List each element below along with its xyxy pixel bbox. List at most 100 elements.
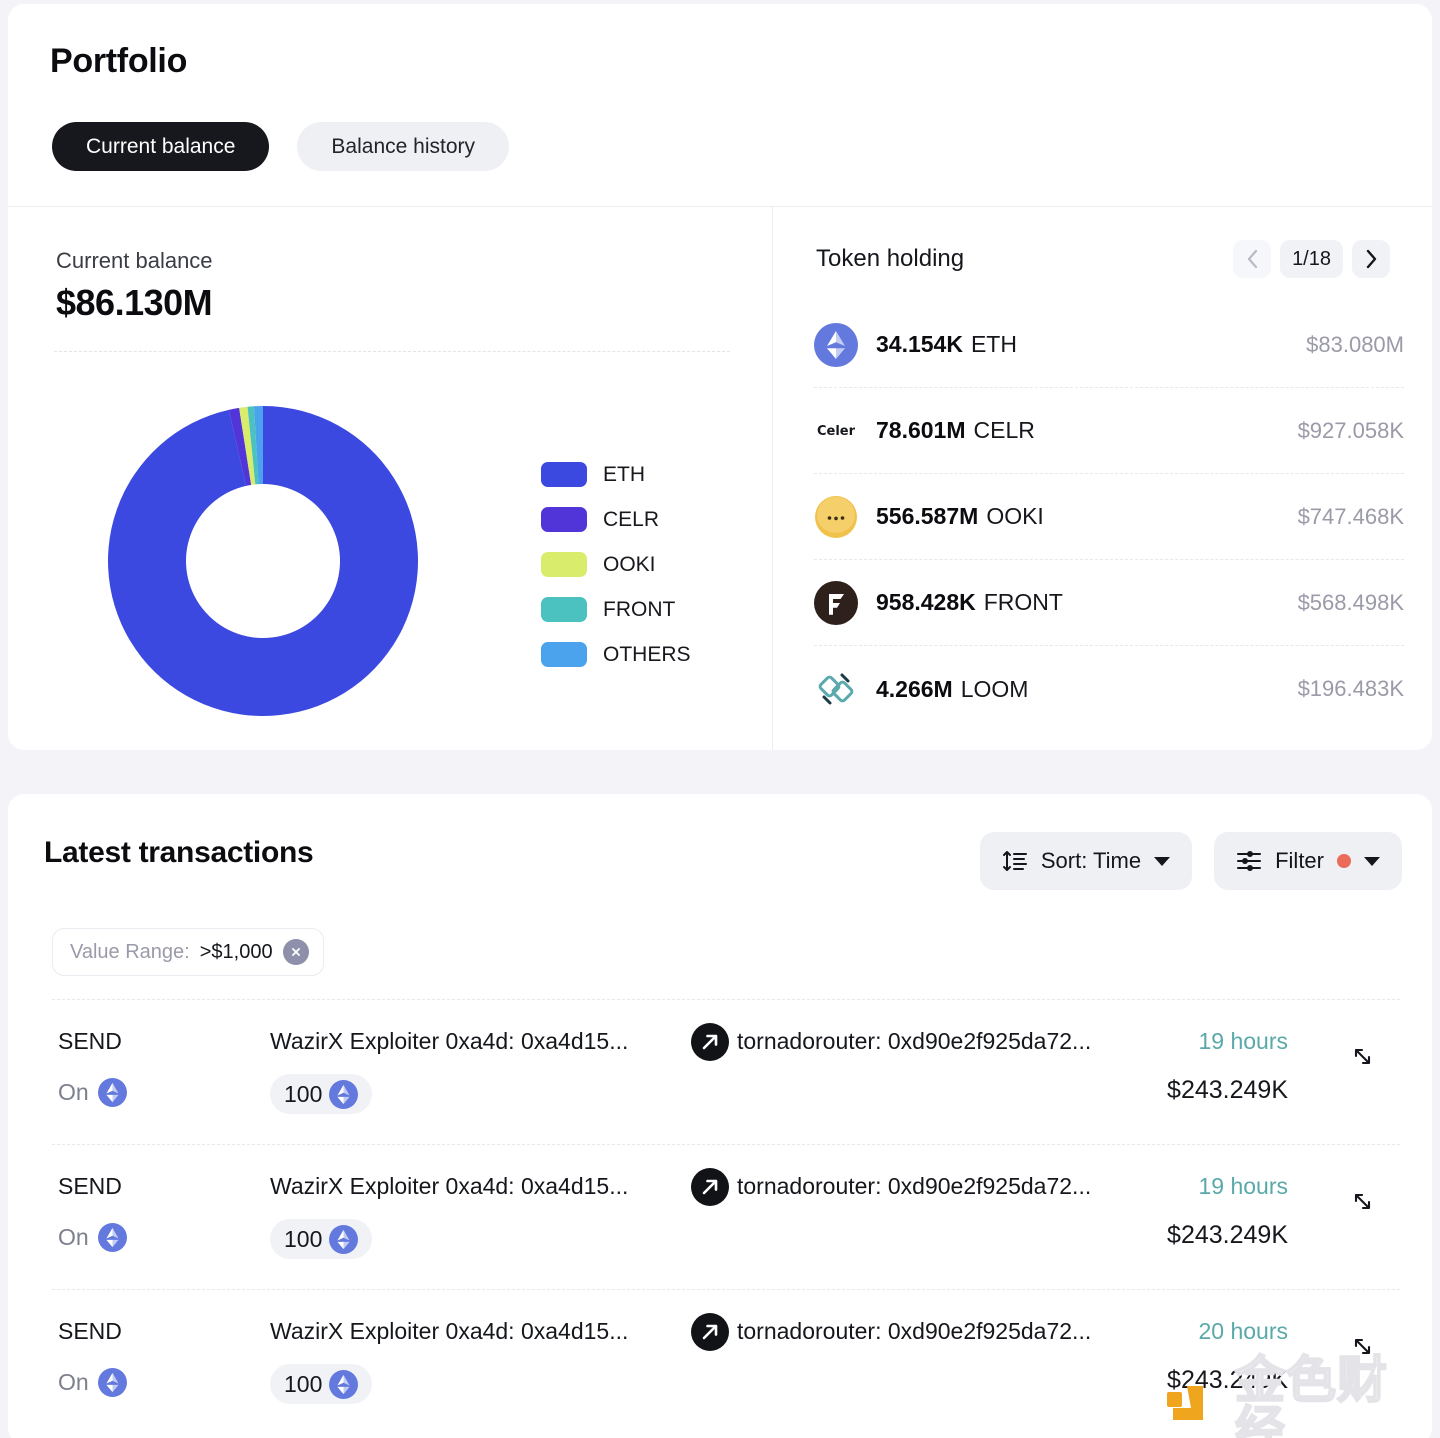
portfolio-card: Portfolio Current balance Balance histor… xyxy=(8,4,1432,750)
transaction-row-line2: On 100 $243.249K xyxy=(52,1048,1400,1114)
transaction-value: $243.249K xyxy=(1167,1221,1288,1249)
transfer-arrow-icon xyxy=(691,1313,729,1351)
donut-svg xyxy=(107,406,418,716)
chip-value-label: >$1,000 xyxy=(199,940,273,963)
allocation-donut-chart xyxy=(98,396,428,726)
transactions-list: SEND WazirX Exploiter 0xa4d: 0xa4d15... … xyxy=(52,999,1400,1434)
tab-balance-history[interactable]: Balance history xyxy=(297,122,509,171)
ooki-token-icon xyxy=(815,495,857,538)
filter-icon xyxy=(1237,851,1262,871)
legend-label-celr: CELR xyxy=(603,507,660,531)
token-usd-value: $196.483K xyxy=(1297,676,1404,701)
transaction-amount-pill: 100 xyxy=(270,1219,373,1259)
external-link-icon[interactable] xyxy=(1350,1044,1376,1070)
token-row[interactable]: Celer 78.601M CELR $927.058K xyxy=(814,388,1404,474)
transaction-type: SEND xyxy=(58,1318,122,1344)
transfer-arrow-icon xyxy=(691,1168,729,1206)
token-symbol: OOKI xyxy=(986,503,1044,529)
token-symbol: ETH xyxy=(970,331,1017,357)
transaction-to[interactable]: tornadorouter: 0xd90e2f925da72... xyxy=(737,1028,1091,1055)
transaction-from[interactable]: WazirX Exploiter 0xa4d: 0xa4d15... xyxy=(270,1028,628,1055)
legend-swatch-eth xyxy=(541,462,587,487)
legend-swatch-front xyxy=(541,597,587,622)
token-amount: 556.587M xyxy=(876,503,979,529)
legend-item-ooki: OOKI xyxy=(541,552,691,577)
ethereum-chain-icon xyxy=(97,1223,127,1252)
ethereum-chain-icon xyxy=(97,1368,127,1397)
transaction-to[interactable]: tornadorouter: 0xd90e2f925da72... xyxy=(737,1318,1091,1345)
legend-label-ooki: OOKI xyxy=(603,552,656,576)
transaction-amount-pill: 100 xyxy=(270,1074,373,1114)
filter-button[interactable]: Filter xyxy=(1214,832,1402,890)
transaction-to[interactable]: tornadorouter: 0xd90e2f925da72... xyxy=(737,1173,1091,1200)
celr-token-icon: Celer xyxy=(817,424,856,439)
token-row[interactable]: 4.266M LOOM $196.483K xyxy=(814,646,1404,732)
pagination-next-button[interactable] xyxy=(1352,240,1390,278)
current-balance-label: Current balance xyxy=(56,248,213,273)
transaction-on-label: On xyxy=(58,1224,89,1250)
legend-label-front: FRONT xyxy=(603,597,676,621)
tab-current-balance[interactable]: Current balance xyxy=(52,122,270,171)
latest-transactions-card: Latest transactions Sort: Time Filter Va… xyxy=(8,794,1432,1438)
chevron-left-icon xyxy=(1247,249,1257,269)
legend-item-celr: CELR xyxy=(541,507,691,532)
filter-button-label: Filter xyxy=(1275,848,1324,873)
token-symbol: LOOM xyxy=(960,675,1029,702)
token-holding-title: Token holding xyxy=(816,245,965,272)
portfolio-tabs: Current balance Balance history xyxy=(52,122,509,171)
transfer-arrow-icon xyxy=(691,1023,729,1061)
transaction-amount: 100 xyxy=(284,1225,323,1252)
transaction-on-label: On xyxy=(58,1369,89,1395)
page-title: Portfolio xyxy=(50,42,188,80)
token-row[interactable]: 556.587M OOKI $747.468K xyxy=(814,474,1404,560)
legend-swatch-celr xyxy=(541,507,587,532)
transaction-on-label: On xyxy=(58,1079,89,1105)
pagination-prev-button[interactable] xyxy=(1233,240,1272,278)
header-divider xyxy=(8,206,1432,207)
legend-item-front: FRONT xyxy=(541,597,691,622)
ethereum-chain-icon xyxy=(97,1078,127,1107)
token-amount: 4.266M xyxy=(876,675,953,702)
value-range-filter-chip[interactable]: Value Range: >$1,000 xyxy=(52,928,324,976)
chevron-down-icon xyxy=(1154,856,1171,866)
transaction-amount: 100 xyxy=(284,1080,323,1107)
transaction-time: 20 hours xyxy=(1198,1318,1288,1344)
table-row[interactable]: SEND WazirX Exploiter 0xa4d: 0xa4d15... … xyxy=(52,1144,1400,1289)
token-row[interactable]: 34.154K ETH $83.080M xyxy=(814,302,1404,388)
token-usd-value: $83.080M xyxy=(1306,331,1404,357)
transaction-time: 19 hours xyxy=(1198,1173,1288,1199)
token-usd-value: $747.468K xyxy=(1297,503,1404,529)
transaction-row-line2: On 100 $243.249K xyxy=(52,1338,1400,1404)
remove-filter-icon[interactable] xyxy=(282,939,309,965)
table-row[interactable]: SEND WazirX Exploiter 0xa4d: 0xa4d15... … xyxy=(52,1289,1400,1434)
external-link-icon[interactable] xyxy=(1350,1189,1376,1215)
token-symbol: CELR xyxy=(973,417,1035,443)
transaction-from[interactable]: WazirX Exploiter 0xa4d: 0xa4d15... xyxy=(270,1173,628,1200)
close-icon xyxy=(291,948,300,956)
page-root: Portfolio Current balance Balance histor… xyxy=(0,0,1440,1438)
legend-label-eth: ETH xyxy=(603,462,645,486)
token-row[interactable]: 958.428K FRONT $568.498K xyxy=(814,560,1404,646)
transaction-chain: On xyxy=(58,1223,127,1252)
table-row[interactable]: SEND WazirX Exploiter 0xa4d: 0xa4d15... … xyxy=(52,999,1400,1144)
chevron-right-icon xyxy=(1366,249,1376,269)
legend-swatch-others xyxy=(541,642,587,667)
token-holding-pagination: 1/18 xyxy=(1233,240,1390,278)
transaction-value: $243.249K xyxy=(1167,1366,1288,1394)
external-link-icon[interactable] xyxy=(1350,1334,1376,1360)
ethereum-token-icon xyxy=(329,1224,359,1254)
transaction-amount: 100 xyxy=(284,1370,323,1397)
transaction-amount-pill: 100 xyxy=(270,1364,373,1404)
sort-button[interactable]: Sort: Time xyxy=(979,832,1193,890)
transaction-time: 19 hours xyxy=(1198,1028,1288,1054)
loom-token-icon xyxy=(818,673,854,705)
eth-token-icon xyxy=(814,322,858,367)
transaction-chain: On xyxy=(58,1368,127,1397)
legend-label-others: OTHERS xyxy=(603,642,691,666)
token-amount: 78.601M xyxy=(876,417,966,443)
front-token-icon xyxy=(814,580,858,625)
transaction-from[interactable]: WazirX Exploiter 0xa4d: 0xa4d15... xyxy=(270,1318,628,1345)
chevron-down-icon xyxy=(1364,856,1380,866)
token-usd-value: $927.058K xyxy=(1297,417,1404,443)
token-amount: 958.428K xyxy=(876,589,976,615)
